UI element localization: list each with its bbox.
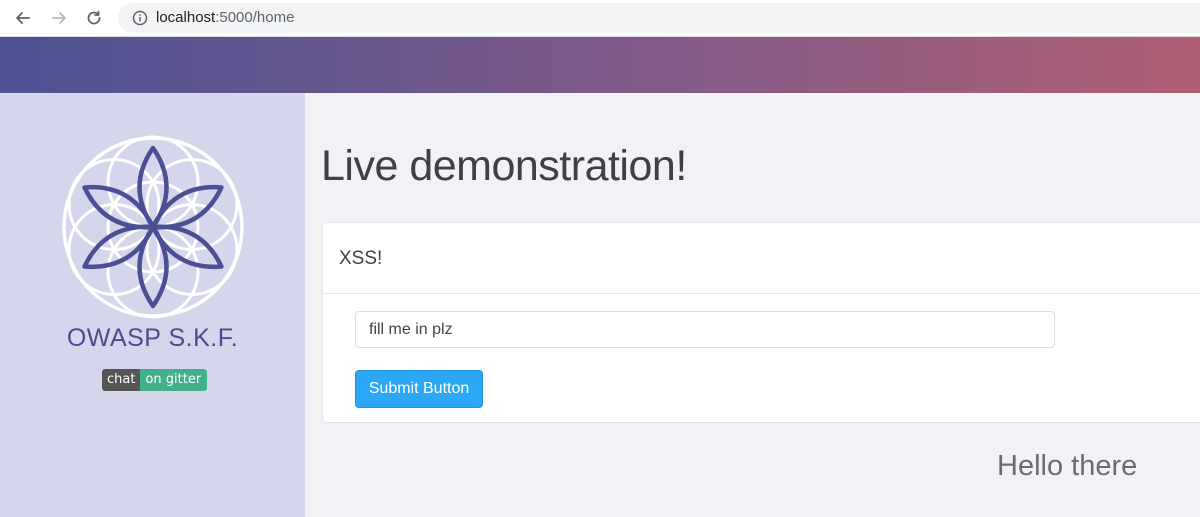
back-button[interactable] bbox=[11, 6, 35, 30]
badge-gitter-label: on gitter bbox=[140, 369, 208, 391]
card-title: XSS! bbox=[339, 248, 383, 269]
reload-button[interactable] bbox=[82, 6, 106, 30]
greeting-output: Hello there bbox=[997, 450, 1138, 482]
submit-button[interactable]: Submit Button bbox=[355, 370, 483, 408]
info-icon[interactable] bbox=[132, 10, 148, 26]
browser-toolbar: localhost:5000/home bbox=[0, 0, 1200, 37]
xss-demo-card: XSS! Submit Button bbox=[322, 222, 1200, 423]
url-text[interactable]: localhost:5000/home bbox=[156, 9, 294, 26]
card-header: XSS! bbox=[323, 223, 1200, 294]
brand-name: OWASP S.K.F. bbox=[66, 324, 239, 352]
gitter-chat-badge[interactable]: chat on gitter bbox=[102, 369, 208, 391]
url-host: localhost bbox=[156, 9, 216, 26]
address-bar[interactable]: localhost:5000/home bbox=[118, 3, 1200, 33]
arrow-left-icon bbox=[16, 12, 30, 24]
arrow-right-icon bbox=[52, 12, 66, 24]
url-path: :5000/home bbox=[215, 9, 295, 26]
forward-button[interactable] bbox=[47, 6, 71, 30]
xss-input-field[interactable] bbox=[355, 311, 1055, 348]
badge-chat-label: chat bbox=[102, 369, 141, 391]
sidebar: OWASP S.K.F. chat on gitter bbox=[0, 93, 305, 517]
header-banner bbox=[0, 37, 1200, 93]
seed-of-life-logo-icon bbox=[62, 135, 244, 319]
page-title: Live demonstration! bbox=[321, 142, 687, 190]
reload-icon bbox=[87, 10, 101, 25]
